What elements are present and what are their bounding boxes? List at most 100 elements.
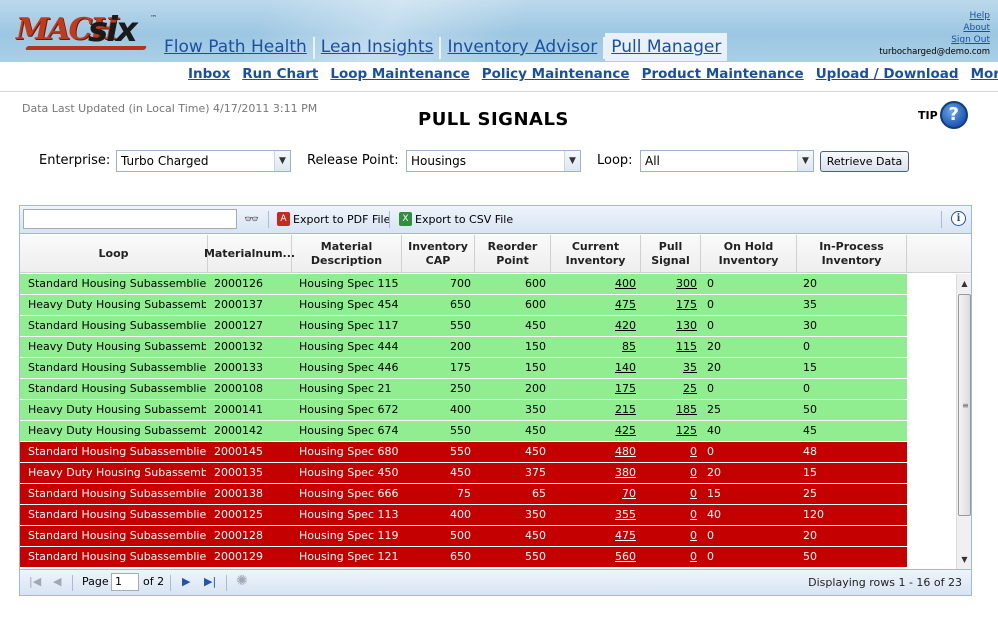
tab-inventory-advisor[interactable]: Inventory Advisor [441, 33, 603, 61]
cell-current-inventory[interactable]: 85 [551, 337, 636, 357]
about-link[interactable]: About [879, 22, 990, 34]
info-icon[interactable]: i [951, 211, 966, 226]
previous-page-icon[interactable]: ◀ [53, 575, 61, 588]
table-row[interactable]: Heavy Duty Housing Subassemblies 2000141 H… [20, 400, 907, 420]
cell-current-inventory[interactable]: 420 [551, 316, 636, 336]
cell-current-inventory[interactable]: 400 [551, 274, 636, 294]
tab-lean-insights[interactable]: Lean Insights [315, 33, 440, 61]
cell-current-inventory[interactable]: 560 [551, 547, 636, 567]
cell-pull-signal[interactable]: 0 [641, 505, 697, 525]
column-header-in-process-inventory[interactable]: In-Process Inventory [797, 235, 907, 273]
loop-select[interactable]: All ▼ [640, 150, 814, 172]
cell-in-process-inventory: 0 [803, 382, 810, 395]
chevron-down-icon[interactable]: ▼ [274, 151, 290, 171]
table-row[interactable]: Standard Housing Subassemblies 2000125 Hou… [20, 505, 907, 525]
loop-label: Loop: [597, 153, 633, 168]
table-row[interactable]: Heavy Duty Housing Subassemblies 2000137 H… [20, 295, 907, 315]
column-header-pull-signal[interactable]: Pull Signal [641, 235, 701, 273]
cell-inventory-cap: 450 [450, 466, 471, 479]
last-page-icon[interactable]: ▶| [204, 575, 216, 588]
cell-pull-signal[interactable]: 35 [641, 358, 697, 378]
help-link[interactable]: Help [879, 10, 990, 22]
cell-pull-signal[interactable]: 185 [641, 400, 697, 420]
column-header-material-description[interactable]: Material Description [292, 235, 402, 273]
cell-pull-signal[interactable]: 25 [641, 379, 697, 399]
cell-current-inventory[interactable]: 175 [551, 379, 636, 399]
tab-flow-path-health[interactable]: Flow Path Health [158, 33, 313, 61]
refresh-icon[interactable]: ✺ [236, 573, 248, 589]
cell-pull-signal[interactable]: 125 [641, 421, 697, 441]
table-row[interactable]: Heavy Duty Housing Subassemblies 2000142 H… [20, 421, 907, 441]
subnav-product-maintenance[interactable]: Product Maintenance [642, 66, 804, 82]
vertical-scrollbar[interactable]: ▲ ≡ ▼ [956, 274, 971, 569]
cell-materialnum: 2000129 [214, 550, 263, 563]
cell-current-inventory[interactable]: 215 [551, 400, 636, 420]
cell-current-inventory[interactable]: 480 [551, 442, 636, 462]
cell-on-hold-inventory: 20 [707, 466, 721, 479]
column-header-reorder-point[interactable]: Reorder Point [475, 235, 551, 273]
table-row[interactable]: Heavy Duty Housing Subassemblies 2000132 H… [20, 337, 907, 357]
cell-pull-signal[interactable]: 300 [641, 274, 697, 294]
cell-current-inventory[interactable]: 475 [551, 526, 636, 546]
column-header-on-hold-inventory[interactable]: On Hold Inventory [701, 235, 797, 273]
export-pdf-button[interactable]: A Export to PDF File [277, 212, 390, 226]
tip-button[interactable]: TIP ? [918, 101, 968, 129]
table-row[interactable]: Standard Housing Subassemblies 2000127 Hou… [20, 316, 907, 336]
chevron-down-icon[interactable]: ▼ [797, 151, 813, 171]
first-page-icon[interactable]: |◀ [29, 575, 41, 588]
sign-out-link[interactable]: Sign Out [879, 34, 990, 46]
column-header-loop[interactable]: Loop [20, 235, 208, 273]
cell-on-hold-inventory: 0 [707, 277, 714, 290]
table-row[interactable]: Standard Housing Subassemblies 2000129 Hou… [20, 547, 907, 567]
cell-current-inventory[interactable]: 425 [551, 421, 636, 441]
binoculars-icon[interactable]: 👓 [244, 212, 259, 226]
tab-pull-manager[interactable]: Pull Manager [605, 33, 728, 61]
question-icon[interactable]: ? [939, 101, 968, 129]
table-row[interactable]: Standard Housing Subassemblies 2000128 Hou… [20, 526, 907, 546]
subnav-inbox[interactable]: Inbox [188, 66, 230, 82]
column-header-materialnum[interactable]: Materialnum... [204, 235, 295, 273]
cell-pull-signal[interactable]: 0 [641, 526, 697, 546]
scroll-up-icon[interactable]: ▲ [957, 276, 972, 291]
subnav-policy-maintenance[interactable]: Policy Maintenance [482, 66, 630, 82]
scroll-down-icon[interactable]: ▼ [957, 552, 972, 567]
cell-current-inventory[interactable]: 140 [551, 358, 636, 378]
cell-on-hold-inventory: 15 [707, 487, 721, 500]
grid-search-input[interactable] [23, 209, 237, 229]
cell-loop: Standard Housing Subassemblies [28, 382, 206, 395]
cell-pull-signal[interactable]: 0 [641, 442, 697, 462]
cell-inventory-cap: 400 [450, 508, 471, 521]
subnav-more[interactable]: More... [971, 66, 998, 82]
subnav-loop-maintenance[interactable]: Loop Maintenance [330, 66, 469, 82]
table-row[interactable]: Standard Housing Subassemblies 2000145 Hou… [20, 442, 907, 462]
column-header-inventory-cap[interactable]: Inventory CAP [402, 235, 475, 273]
cell-current-inventory[interactable]: 475 [551, 295, 636, 315]
retrieve-data-button[interactable]: Retrieve Data [820, 151, 909, 172]
release-point-select[interactable]: Housings ▼ [406, 150, 581, 172]
cell-current-inventory[interactable]: 355 [551, 505, 636, 525]
scrollbar-thumb[interactable]: ≡ [958, 294, 971, 516]
subnav-run-chart[interactable]: Run Chart [242, 66, 318, 82]
cell-pull-signal[interactable]: 0 [641, 484, 697, 504]
cell-current-inventory[interactable]: 380 [551, 463, 636, 483]
table-row[interactable]: Standard Housing Subassemblies 2000133 Hou… [20, 358, 907, 378]
cell-pull-signal[interactable]: 175 [641, 295, 697, 315]
column-header-current-inventory[interactable]: Current Inventory [551, 235, 641, 273]
enterprise-select[interactable]: Turbo Charged ▼ [116, 150, 291, 172]
cell-current-inventory[interactable]: 70 [551, 484, 636, 504]
export-csv-button[interactable]: X Export to CSV File [399, 212, 513, 226]
cell-loop: Standard Housing Subassemblies [28, 508, 206, 521]
cell-pull-signal[interactable]: 130 [641, 316, 697, 336]
cell-pull-signal[interactable]: 115 [641, 337, 697, 357]
next-page-icon[interactable]: ▶ [182, 575, 190, 588]
subnav-upload-download[interactable]: Upload / Download [816, 66, 959, 82]
cell-pull-signal[interactable]: 0 [641, 463, 697, 483]
table-row[interactable]: Heavy Duty Housing Subassemblies 2000135 H… [20, 463, 907, 483]
table-row[interactable]: Standard Housing Subassemblies 2000138 Hou… [20, 484, 907, 504]
table-row[interactable]: Standard Housing Subassemblies 2000108 Hou… [20, 379, 907, 399]
page-number-input[interactable]: 1 [111, 573, 139, 591]
table-row[interactable]: Standard Housing Subassemblies 2000126 Hou… [20, 274, 907, 294]
cell-loop: Standard Housing Subassemblies [28, 319, 206, 332]
chevron-down-icon[interactable]: ▼ [564, 151, 580, 171]
cell-pull-signal[interactable]: 0 [641, 547, 697, 567]
